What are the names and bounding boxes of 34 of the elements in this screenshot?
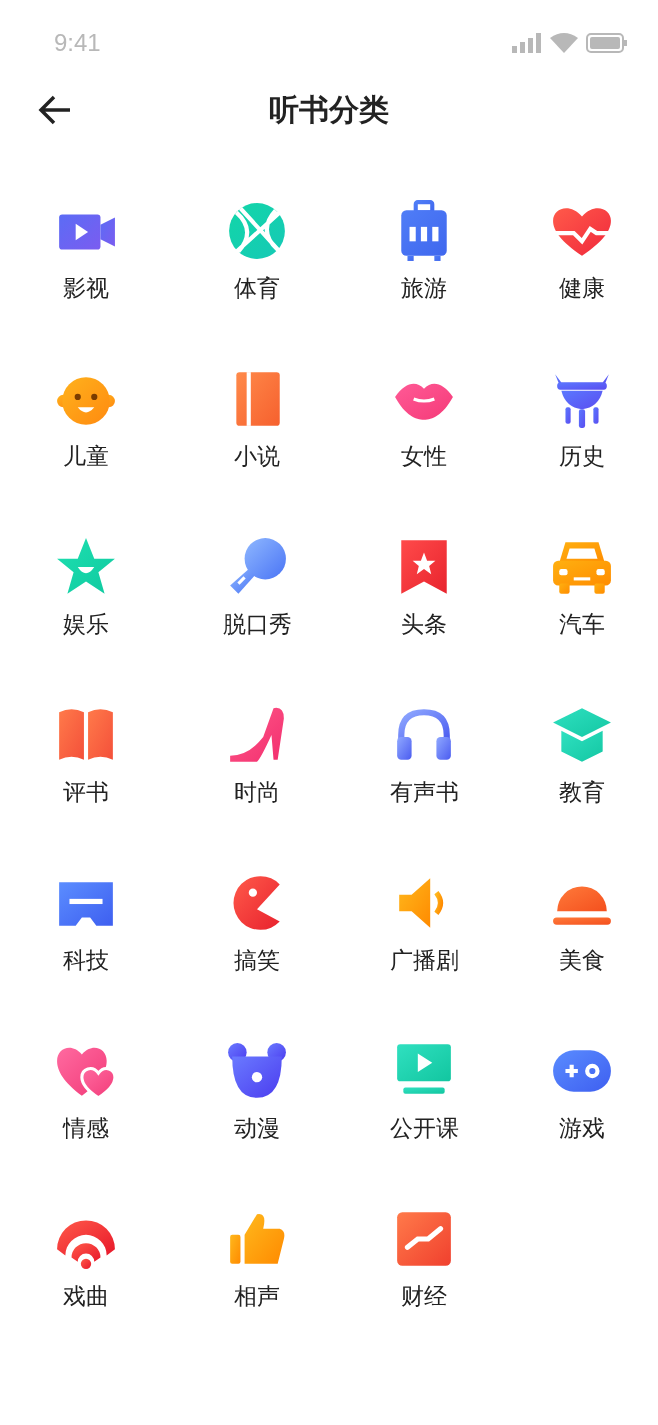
- category-label[interactable]: 小说: [234, 444, 280, 468]
- category-label[interactable]: 有声书: [389, 780, 459, 804]
- category-label[interactable]: 公开课: [389, 1116, 459, 1140]
- category-label[interactable]: 影视: [63, 276, 109, 300]
- status-time: 9:41: [54, 28, 101, 57]
- category-label[interactable]: 女性: [401, 444, 447, 468]
- category-label[interactable]: 评书: [63, 780, 109, 804]
- signal-icon: [512, 32, 542, 53]
- category-label[interactable]: 搞笑: [234, 948, 280, 972]
- category-label[interactable]: 娱乐: [63, 612, 109, 636]
- category-label[interactable]: 情感: [63, 1116, 109, 1140]
- wifi-icon: [550, 32, 578, 53]
- page-title: 听书分类: [269, 90, 389, 129]
- battery-icon: [586, 32, 628, 53]
- category-label[interactable]: 财经: [401, 1284, 447, 1308]
- category-label[interactable]: 戏曲: [63, 1284, 109, 1308]
- category-label[interactable]: 广播剧: [389, 948, 459, 972]
- category-label[interactable]: 相声: [234, 1284, 280, 1308]
- category-label[interactable]: 时尚: [234, 780, 280, 804]
- ball-icon[interactable]: [226, 200, 288, 262]
- category-label[interactable]: 动漫: [234, 1116, 280, 1140]
- category-label[interactable]: 历史: [559, 444, 605, 468]
- back-arrow-icon[interactable]: [38, 93, 72, 127]
- category-label[interactable]: 儿童: [63, 444, 109, 468]
- category-label[interactable]: 头条: [401, 612, 447, 636]
- category-label[interactable]: 教育: [559, 780, 605, 804]
- category-label[interactable]: 科技: [63, 948, 109, 972]
- category-label[interactable]: 美食: [559, 948, 605, 972]
- category-label[interactable]: 体育: [234, 276, 280, 300]
- category-label[interactable]: 汽车: [559, 612, 605, 636]
- category-label[interactable]: 脱口秀: [222, 612, 292, 636]
- category-label[interactable]: 健康: [559, 276, 605, 300]
- category-label[interactable]: 旅游: [401, 276, 447, 300]
- category-label[interactable]: 游戏: [559, 1116, 605, 1140]
